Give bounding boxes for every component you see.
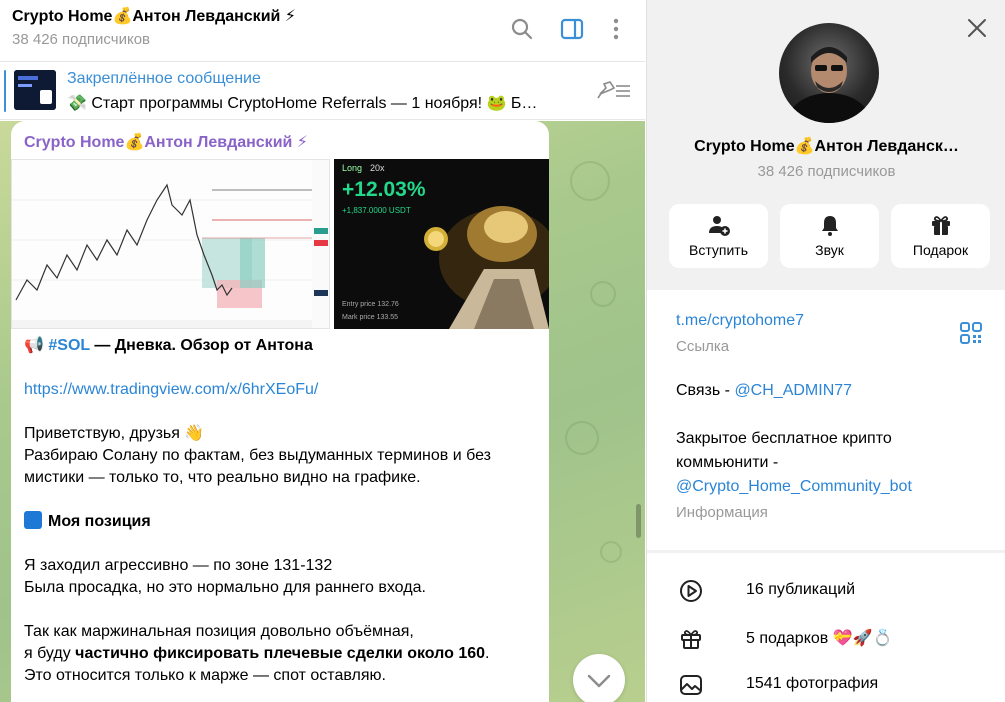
channel-link[interactable]: t.me/cryptohome7 (676, 310, 804, 332)
message-bold-text: частично фиксировать плечевые сделки око… (75, 645, 486, 662)
message-author[interactable]: Crypto Home💰Антон Левданский ⚡ (24, 132, 308, 152)
chat-header[interactable]: Crypto Home💰Антон Левданский ⚡ 38 426 по… (0, 0, 645, 62)
message-paragraph: Это относится только к марже — спот оста… (24, 667, 386, 684)
add-user-icon (709, 216, 730, 236)
message-text: . (485, 645, 490, 662)
pnl-mode: Long (342, 163, 363, 173)
gift-outline-icon (681, 630, 701, 649)
chat-title[interactable]: Crypto Home💰Антон Левданский ⚡ (12, 6, 296, 26)
sound-button-label: Звук (815, 242, 844, 258)
chat-pane: Crypto Home💰Антон Левданский ⚡ 38 426 по… (0, 0, 645, 702)
channel-link-caption: Ссылка (676, 338, 730, 355)
stat-photos[interactable]: 1541 фотография (647, 663, 1005, 702)
hashtag-link[interactable]: #SOL (48, 337, 90, 354)
chart-screenshot-image[interactable] (11, 159, 330, 329)
photo-icon (680, 675, 702, 695)
sound-button[interactable]: Звук (780, 204, 879, 268)
stat-publications-label: 16 публикаций (746, 581, 856, 598)
blue-square-icon (24, 511, 42, 529)
close-icon[interactable] (965, 16, 989, 40)
profile-pane: Crypto Home💰Антон Левданск… 38 426 подпи… (646, 0, 1005, 702)
community-bot-link[interactable]: @Crypto_Home_Community_bot (676, 476, 912, 498)
search-icon[interactable] (508, 15, 536, 43)
contact-handle-link[interactable]: @CH_ADMIN77 (734, 382, 852, 399)
pinned-text: 💸 Старт программы CryptoHome Referrals —… (67, 95, 538, 112)
message-title-text: — Дневка. Обзор от Антона (89, 337, 313, 354)
gift-button-label: Подарок (912, 242, 969, 258)
pnl-leverage: 20x (370, 163, 385, 173)
tradingview-link[interactable]: https://www.tradingview.com/x/6hrXEoFu/ (24, 379, 318, 401)
description-line: коммьюнити - (676, 454, 779, 471)
chat-scrollbar[interactable] (636, 504, 641, 538)
message-paragraph: Так как маржинальная позиция довольно об… (24, 623, 414, 640)
message-bubble[interactable]: Crypto Home💰Антон Левданский ⚡ Long 20x … (11, 121, 549, 702)
position-heading: Моя позиция (24, 511, 151, 533)
pnl-mark-price: Mark price 133.55 (342, 314, 399, 321)
pnl-entry-price: Entry price 132.76 (342, 301, 399, 308)
qr-code-icon[interactable] (959, 321, 983, 345)
stat-gifts-label: 5 подарков 💝🚀💍 (746, 630, 893, 647)
stat-gifts[interactable]: 5 подарков 💝🚀💍 (647, 616, 1005, 660)
description-line: Закрытое бесплатное крипто (676, 430, 892, 447)
pinned-label: Закреплённое сообщение (67, 70, 261, 87)
more-vertical-icon[interactable] (602, 15, 630, 43)
message-text: я буду (24, 645, 76, 662)
description-caption: Информация (676, 504, 768, 521)
red-signal-icon: 📢 (24, 337, 49, 354)
pinned-message-bar[interactable]: Закреплённое сообщение 💸 Старт программы… (0, 62, 645, 120)
pnl-percent: +12.03% (342, 178, 426, 201)
avatar[interactable] (779, 23, 879, 123)
stat-photos-label: 1541 фотография (746, 675, 879, 692)
profile-name: Crypto Home💰Антон Левданск… (694, 138, 959, 155)
profile-header: Crypto Home💰Антон Левданск… 38 426 подпи… (647, 0, 1005, 289)
chat-subscriber-count: 38 426 подписчиков (12, 31, 151, 48)
message-paragraph: Была просадка, но это нормально для ранн… (24, 579, 426, 596)
message-paragraph: мистики — только то, что реально видно н… (24, 469, 421, 486)
pinned-thumbnail (14, 70, 56, 110)
message-title: 📢 #SOL — Дневка. Обзор от Антона (24, 335, 313, 357)
profile-subscriber-count: 38 426 подписчиков (757, 163, 896, 180)
stat-publications[interactable]: 16 публикаций (647, 569, 1005, 613)
message-paragraph: Приветствую, друзья 👋 (24, 425, 205, 442)
pnl-card-image[interactable]: Long 20x +12.03% +1,837.0000 USDT Entry … (334, 159, 549, 329)
profile-stats-card: 16 публикаций 5 подарков 💝🚀💍 1541 фотогр… (647, 553, 1005, 702)
contact-line: Связь - @CH_ADMIN77 (676, 380, 852, 402)
join-button[interactable]: Вступить (669, 204, 768, 268)
message-paragraph: Разбираю Солану по фактам, без выдуманны… (24, 447, 491, 464)
gift-button[interactable]: Подарок (891, 204, 990, 268)
bell-icon (822, 216, 838, 236)
position-heading-text: Моя позиция (48, 513, 151, 530)
chat-background: Crypto Home💰Антон Левданский ⚡ Long 20x … (0, 121, 645, 702)
profile-info-card: t.me/cryptohome7 Ссылка Связь - @CH_ADMI… (647, 290, 1005, 550)
contact-prefix: Связь - (676, 382, 735, 399)
join-button-label: Вступить (688, 242, 748, 258)
message-paragraph: я буду частично фиксировать плечевые сде… (24, 643, 489, 665)
pinned-list-icon[interactable] (596, 78, 632, 102)
message-paragraph: Я заходил агрессивно — по зоне 131-132 (24, 557, 333, 574)
sidebar-toggle-icon[interactable] (558, 15, 586, 43)
play-circle-icon (680, 580, 702, 602)
pnl-usdt: +1,837.0000 USDT (342, 206, 411, 215)
pinned-indicator (4, 70, 6, 112)
gift-icon (932, 216, 950, 235)
chevron-down-icon (587, 674, 611, 688)
scroll-down-button[interactable] (573, 654, 625, 702)
